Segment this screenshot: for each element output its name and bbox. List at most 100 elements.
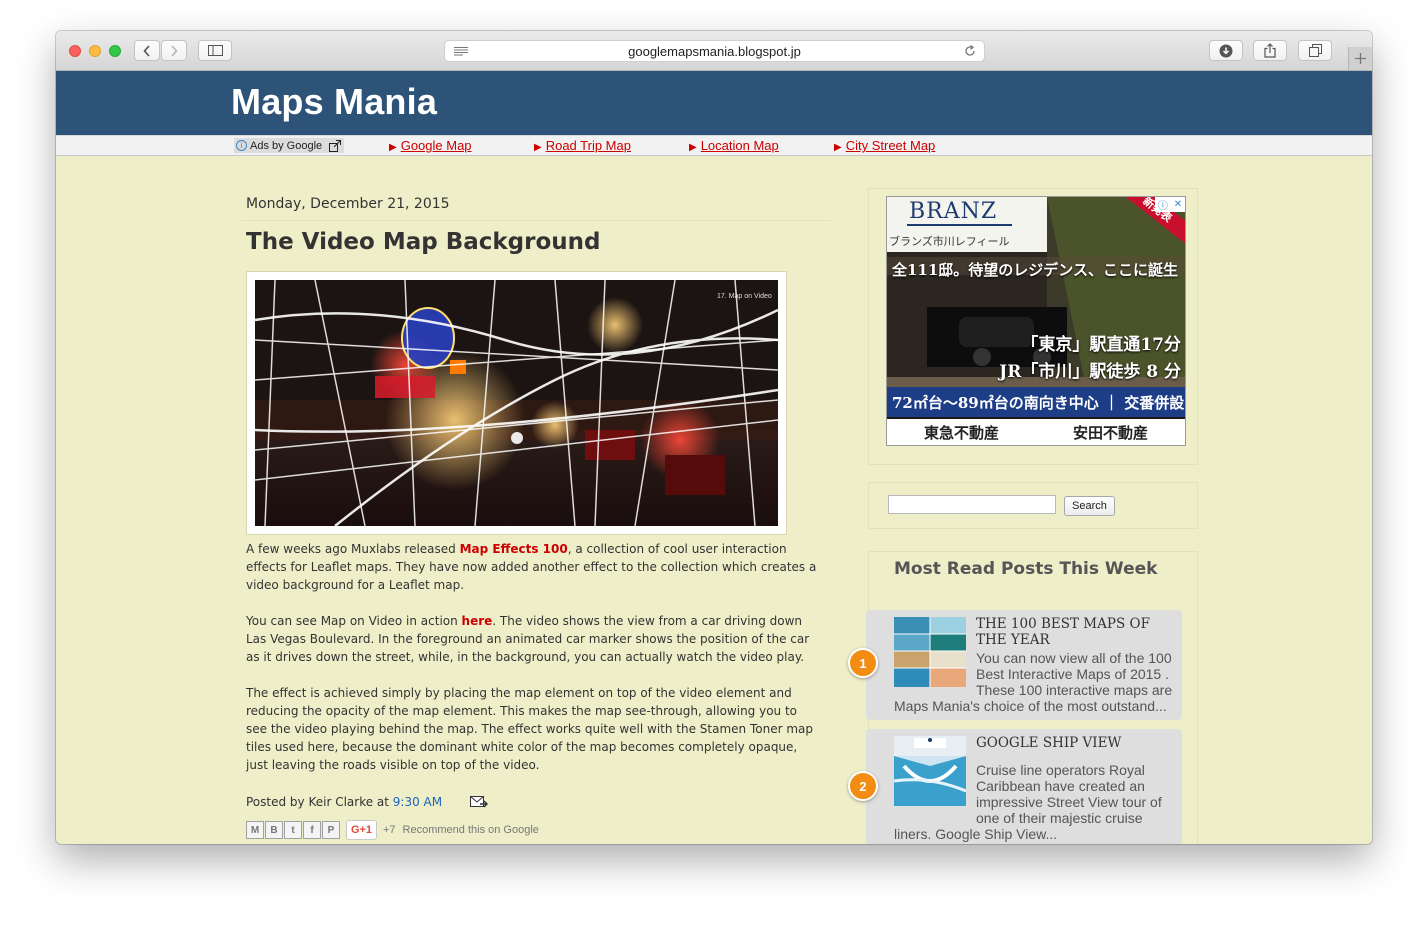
- popular-posts-title: Most Read Posts This Week: [894, 559, 1158, 579]
- blog-header: Maps Mania: [56, 71, 1372, 135]
- ad-links-bar: i Ads by Google ▶ Google Map ▶ Road Trip M…: [56, 135, 1372, 156]
- ad-link-label: Location Map: [700, 138, 779, 153]
- tabs-icon: [1308, 44, 1322, 57]
- post-date: Monday, December 21, 2015: [246, 196, 450, 212]
- popular-post-snippet-tail: Maps Mania's choice of the most outstand…: [894, 698, 1167, 714]
- map-effects-link[interactable]: Map Effects 100: [460, 542, 568, 556]
- popular-rank-badge: 1: [848, 648, 878, 678]
- facebook-icon: f: [310, 824, 314, 836]
- adchoices-icon[interactable]: ⓘ: [1158, 197, 1168, 212]
- address-url: googlemapsmania.blogspot.jp: [628, 44, 801, 59]
- ad-link-road-trip-map[interactable]: ▶ Road Trip Map: [534, 138, 631, 153]
- popular-post-thumbnail[interactable]: [894, 736, 966, 806]
- ads-by-google-label: Ads by Google: [250, 139, 323, 152]
- email-icon: M: [250, 824, 260, 836]
- downloads-button[interactable]: [1209, 40, 1243, 61]
- search-button[interactable]: Search: [1064, 496, 1115, 516]
- post-time-link[interactable]: 9:30 AM: [393, 795, 442, 809]
- ad-link-city-street-map[interactable]: ▶ City Street Map: [834, 138, 935, 153]
- download-icon: [1219, 44, 1233, 57]
- blog-title[interactable]: Maps Mania: [231, 81, 437, 123]
- branz-ad-banner[interactable]: BRANZ ブランズ市川レフィール 全111邸。待望のレジデンス、ここに誕生 「…: [886, 196, 1186, 446]
- post-paragraph-3: The effect is achieved simply by placing…: [246, 686, 813, 772]
- close-ad-icon[interactable]: ✕: [1174, 199, 1182, 210]
- paragraph-text: You can see Map on Video in action: [246, 614, 462, 628]
- post-image-frame: 17. Map on Video: [246, 271, 787, 535]
- zoom-window-button[interactable]: [109, 45, 121, 57]
- popular-post-thumbnail[interactable]: [894, 617, 966, 687]
- ad-access-line-2: JR「市川」駅徒歩 8 分: [999, 362, 1181, 382]
- browser-toolbar: googlemapsmania.blogspot.jp: [56, 31, 1372, 71]
- twitter-icon: t: [291, 824, 295, 836]
- ad-link-label: City Street Map: [845, 138, 936, 153]
- new-tab-button[interactable]: [1348, 47, 1372, 70]
- ad-sponsor-2: 安田不動産: [1072, 423, 1148, 442]
- popular-rank-badge: 2: [848, 771, 878, 801]
- popular-post-snippet: You can now view all of the 100 Best Int…: [976, 650, 1173, 698]
- popular-post-title[interactable]: GOOGLE SHIP VIEW: [976, 735, 1176, 751]
- info-icon: i: [236, 140, 247, 151]
- ad-choices[interactable]: ⓘ ✕: [1155, 197, 1185, 212]
- ad-link-google-map[interactable]: ▶ Google Map: [389, 138, 472, 153]
- popular-post-snippet: Cruise line operators Royal Caribbean ha…: [976, 762, 1162, 826]
- share-facebook-button[interactable]: f: [303, 821, 321, 839]
- ad-headline: 全111邸。待望のレジデンス、ここに誕生: [892, 261, 1179, 279]
- ad-access-line-1: 「東京」駅直通17分: [1021, 335, 1181, 355]
- post-body: A few weeks ago Muxlabs released Map Eff…: [246, 540, 818, 792]
- share-twitter-button[interactable]: t: [284, 821, 302, 839]
- blogger-icon: B: [270, 824, 278, 836]
- plus-icon: [1355, 53, 1366, 64]
- date-divider: [242, 220, 830, 221]
- address-bar[interactable]: googlemapsmania.blogspot.jp: [444, 40, 985, 62]
- pinterest-icon: P: [327, 824, 335, 836]
- play-triangle-icon: ▶: [534, 142, 542, 153]
- external-link-icon: [329, 139, 342, 152]
- ad-link-label: Road Trip Map: [545, 138, 631, 153]
- minimize-window-button[interactable]: [89, 45, 101, 57]
- play-triangle-icon: ▶: [389, 142, 397, 153]
- share-button[interactable]: [1253, 40, 1287, 61]
- post-paragraph-1: A few weeks ago Muxlabs released Map Eff…: [246, 540, 818, 594]
- popular-post-card[interactable]: THE 100 BEST MAPS OF THE YEAR You can no…: [848, 610, 1182, 720]
- popular-post-title[interactable]: THE 100 BEST MAPS OF THE YEAR: [976, 616, 1176, 648]
- reload-icon[interactable]: [964, 45, 976, 57]
- ad-brand: BRANZ: [909, 199, 998, 224]
- chevron-left-icon: [143, 44, 150, 57]
- back-button[interactable]: [134, 40, 160, 61]
- play-triangle-icon: ▶: [834, 142, 842, 153]
- forward-button[interactable]: [161, 40, 187, 61]
- ads-by-google[interactable]: i Ads by Google: [234, 138, 345, 153]
- popular-post-snippet-tail: liners. Google Ship View...: [894, 826, 1058, 842]
- tabs-overview-button[interactable]: [1298, 40, 1332, 61]
- sidebar-icon: [207, 45, 223, 56]
- plus-one-count: +7: [383, 824, 396, 836]
- share-icon: [1264, 43, 1276, 58]
- share-email-button[interactable]: M: [246, 821, 264, 839]
- play-triangle-icon: ▶: [689, 142, 697, 153]
- sidebar-toggle-button[interactable]: [198, 40, 232, 61]
- share-blogger-button[interactable]: B: [265, 821, 283, 839]
- popular-post-card[interactable]: GOOGLE SHIP VIEW Cruise line operators R…: [848, 729, 1182, 844]
- ad-subtitle: ブランズ市川レフィール: [889, 235, 1010, 248]
- share-row: M B t f P G+1 +7 Recommend this on Googl…: [246, 820, 539, 840]
- ad-feature-band: 72㎡台〜89㎡台の南向き中心 ｜ 交番併設: [887, 387, 1185, 417]
- posted-by-label: Posted by Keir Clarke at: [246, 795, 393, 809]
- ad-sponsor-1: 東急不動産: [923, 423, 999, 442]
- post-footer: Posted by Keir Clarke at 9:30 AM: [246, 795, 442, 809]
- post-paragraph-2: You can see Map on Video in action here.…: [246, 612, 818, 666]
- here-link[interactable]: here: [462, 614, 493, 628]
- share-pinterest-button[interactable]: P: [322, 821, 340, 839]
- ad-sponsors: 東急不動産 安田不動産: [887, 419, 1185, 445]
- post-title[interactable]: The Video Map Background: [246, 229, 601, 255]
- ad-link-location-map[interactable]: ▶ Location Map: [689, 138, 779, 153]
- google-plus-one-button[interactable]: G+1: [346, 820, 377, 840]
- browser-window: googlemapsmania.blogspot.jp Maps Mania i…: [56, 31, 1372, 844]
- paragraph-text: A few weeks ago Muxlabs released: [246, 542, 460, 556]
- close-window-button[interactable]: [69, 45, 81, 57]
- image-caption: 17. Map on Video: [717, 293, 772, 300]
- video-map-screenshot[interactable]: 17. Map on Video: [255, 280, 778, 526]
- ad-link-label: Google Map: [400, 138, 472, 153]
- email-post-icon[interactable]: [470, 796, 488, 809]
- search-input[interactable]: [888, 495, 1056, 514]
- recommend-text: Recommend this on Google: [402, 824, 539, 836]
